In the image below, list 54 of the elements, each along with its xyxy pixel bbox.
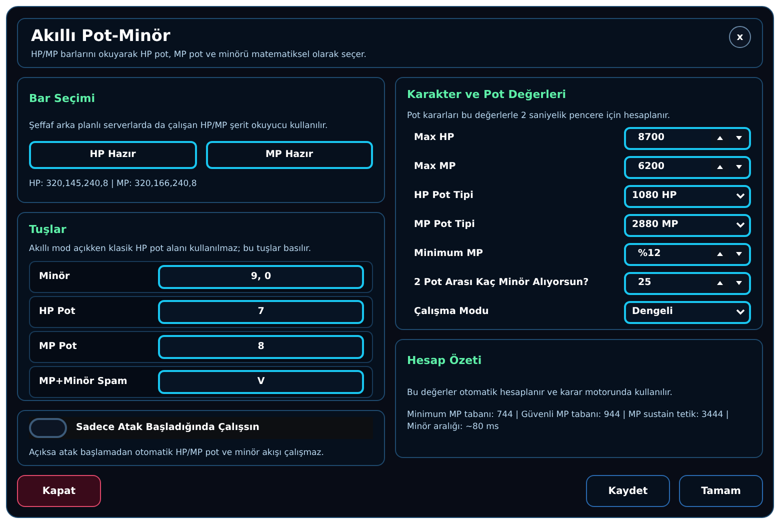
close-button[interactable]: x [729,26,751,48]
spin-up-icon[interactable] [711,246,729,263]
keys-description: Akıllı mod açıkken klasik HP pot alanı kullanılmaz; bu tuşlar basılır. [29,242,312,256]
summary-details: Minimum MP tabanı: 744 | Güvenli MP tabanı: 944 | MP sustain tetik: 3444 | Minör aralığı: ~80 ms [407,409,730,434]
spin-up-icon[interactable] [711,274,729,292]
section-title: Bar Seçimi [29,91,96,107]
key-field[interactable]: 8 [158,335,364,360]
section-title: Tuşlar [29,222,68,238]
field-label: Max MP [413,160,457,174]
bar-ready-button[interactable]: HP Hazır [29,141,196,170]
number-field[interactable]: %12 [624,242,751,266]
character-description: Pot kararları bu değerlerle 2 saniyelik pencere için hesaplanır. [407,110,672,122]
dialog-title: Akıllı Pot-Minör [31,25,170,47]
key-field[interactable]: 9, 0 [158,265,364,290]
spin-down-icon[interactable] [730,130,748,147]
field-label: Çalışma Modu [413,305,490,320]
close-dialog-button[interactable]: Kapat [17,475,101,507]
number-field[interactable]: 6200 [624,156,751,179]
number-field[interactable]: 25 [624,272,751,295]
spin-up-icon[interactable] [711,130,729,147]
chevron-down-icon [736,309,745,316]
footer-button[interactable]: Kaydet [586,475,670,507]
section-title: Karakter ve Pot Değerleri [407,87,568,103]
spin-down-icon[interactable] [730,274,748,292]
key-label: Minör [39,270,71,284]
select-field[interactable]: Dengeli [624,300,751,324]
toggle-description: Açıksa atak başlamadan otomatik HP/MP pot ve minör akışı çalışmaz. [29,447,325,460]
spin-up-icon[interactable] [711,158,729,176]
toggle-switch[interactable] [29,418,67,438]
field-label: 2 Pot Arası Kaç Minör Alıyorsun? [413,276,590,290]
toggle-label: Sadece Atak Başladığında Çalışsın [76,420,260,435]
bar-ready-button[interactable]: MP Hazır [206,141,373,170]
key-label: MP+Minör Spam [39,375,128,390]
bar-coordinates: HP: 320,145,240,8 | MP: 320,166,240,8 [29,178,198,191]
spin-down-icon[interactable] [730,246,748,263]
footer-button[interactable]: Tamam [679,475,763,507]
chevron-down-icon [736,222,745,228]
select-field[interactable]: 2880 MP [624,214,751,237]
field-label: Max HP [413,131,456,146]
number-field[interactable]: 8700 [624,126,751,150]
field-label: MP Pot Tipi [413,218,476,232]
field-label: Minimum MP [413,247,484,262]
field-label: HP Pot Tipi [413,189,474,204]
key-label: MP Pot [39,340,78,354]
section-title: Hesap Özeti [407,353,483,369]
spin-down-icon[interactable] [730,158,748,176]
bar-description: Şeffaf arka planlı serverlarda da çalışan HP/MP şerit okuyucu kullanılır. [29,120,329,132]
key-field[interactable]: 7 [158,300,364,324]
chevron-down-icon [736,193,745,200]
dialog-subtitle: HP/MP barlarını okuyarak HP pot, MP pot ve minörü matematiksel olarak seçer. [31,49,368,62]
summary-description: Bu değerler otomatik hesaplanır ve karar motorunda kullanılır. [407,386,674,400]
select-field[interactable]: 1080 HP [624,184,751,208]
key-label: HP Pot [39,305,76,320]
key-field[interactable]: V [158,370,364,394]
